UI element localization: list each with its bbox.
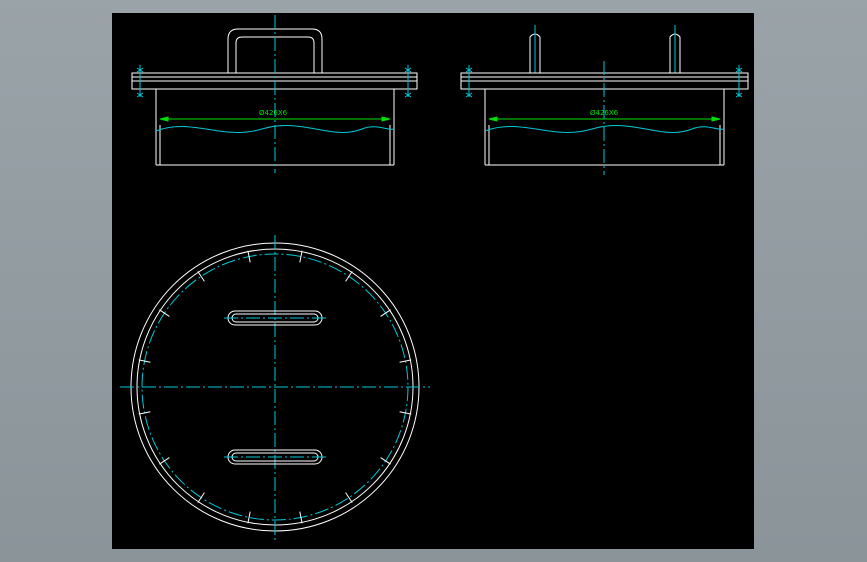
bolt-hole-mark — [380, 457, 391, 465]
bolt-hole-mark — [159, 457, 170, 465]
bolt-hole-mark — [247, 511, 251, 524]
plan-view — [120, 235, 430, 541]
bolt-hole-mark — [345, 271, 353, 282]
dimension-arrow-right — [381, 116, 391, 122]
dimension-arrow-left — [159, 116, 169, 122]
bolt-hole-mark — [345, 492, 353, 503]
bolt-hole-mark — [197, 492, 205, 503]
left-dimension-text: Ø426X6 — [259, 109, 288, 117]
dimension-arrow-left — [488, 116, 498, 122]
left-elevation-view: Ø426X6 — [131, 15, 418, 173]
right-elevation-view: Ø426X6 — [460, 25, 749, 175]
bolt-hole-mark — [159, 309, 170, 317]
drawing-canvas[interactable]: Ø426X6 Ø426X6 — [112, 13, 754, 549]
bolt-hole-mark — [197, 271, 205, 282]
bolt-hole-mark — [380, 309, 391, 317]
dimension-arrow-right — [711, 116, 721, 122]
cad-drawing: Ø426X6 Ø426X6 — [120, 15, 749, 541]
cad-viewer: Ø426X6 Ø426X6 — [0, 0, 867, 562]
